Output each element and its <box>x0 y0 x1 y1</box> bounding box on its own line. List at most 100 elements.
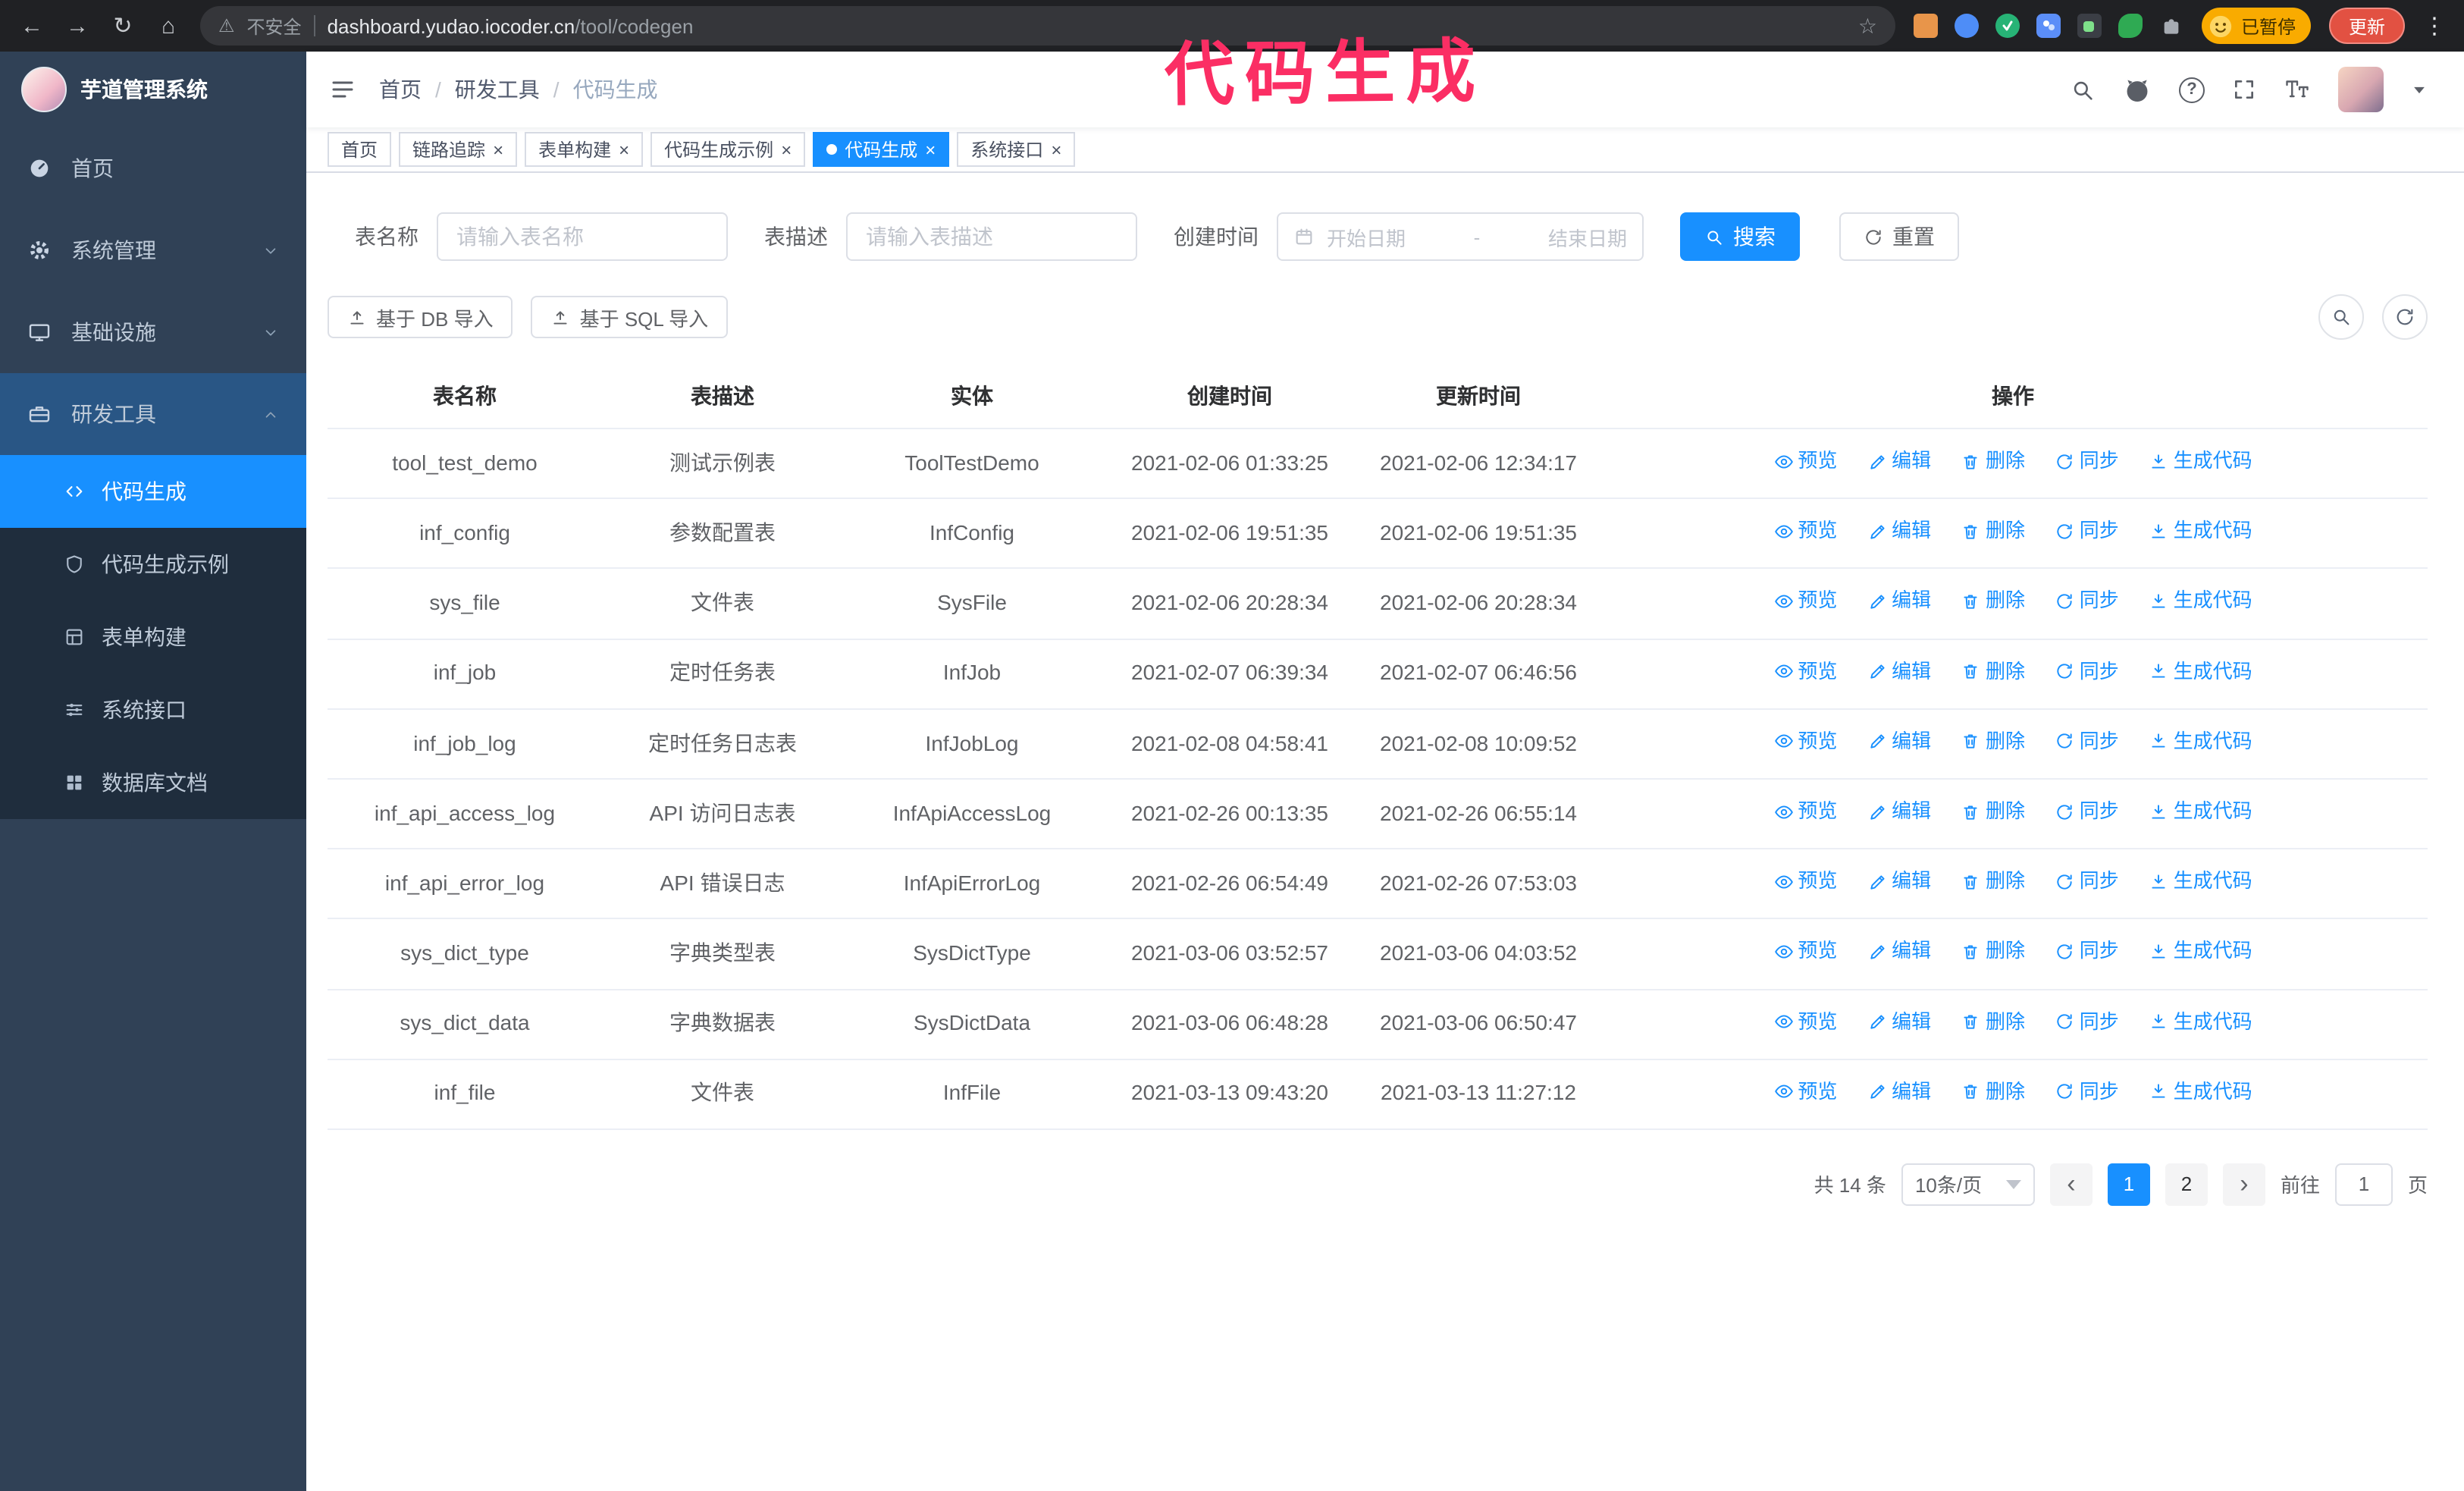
delete-link[interactable]: 删除 <box>1961 938 2025 965</box>
edit-link[interactable]: 编辑 <box>1867 588 1931 615</box>
generate-code-link[interactable]: 生成代码 <box>2149 1078 2252 1105</box>
refresh-table-button[interactable] <box>2382 294 2428 340</box>
close-icon[interactable]: × <box>619 140 629 159</box>
sidebar-toggle-icon[interactable] <box>306 52 379 127</box>
home-button[interactable]: ⌂ <box>155 13 182 39</box>
generate-code-link[interactable]: 生成代码 <box>2149 658 2252 685</box>
user-avatar[interactable] <box>2338 67 2384 112</box>
search-button[interactable]: 搜索 <box>1680 212 1800 261</box>
sidebar-item-codegen-example[interactable]: 代码生成示例 <box>0 528 306 601</box>
edit-link[interactable]: 编辑 <box>1867 1008 1931 1035</box>
preview-link[interactable]: 预览 <box>1773 798 1837 825</box>
fullscreen-icon[interactable] <box>2232 77 2256 102</box>
search-icon[interactable] <box>2070 77 2096 102</box>
bookmark-star-icon[interactable]: ☆ <box>1858 13 1877 39</box>
close-icon[interactable]: × <box>925 140 936 159</box>
table-name-input[interactable] <box>437 212 728 261</box>
generate-code-link[interactable]: 生成代码 <box>2149 798 2252 825</box>
extension-icon[interactable] <box>1913 14 1938 38</box>
sync-link[interactable]: 同步 <box>2055 868 2119 895</box>
preview-link[interactable]: 预览 <box>1773 868 1837 895</box>
sidebar-item-system-api[interactable]: 系统接口 <box>0 673 306 746</box>
font-size-icon[interactable] <box>2284 76 2311 103</box>
sidebar-item-infrastructure[interactable]: 基础设施 <box>0 291 306 373</box>
preview-link[interactable]: 预览 <box>1773 1078 1837 1105</box>
preview-link[interactable]: 预览 <box>1773 447 1837 475</box>
back-button[interactable]: ← <box>18 13 45 39</box>
tab-tracing[interactable]: 链路追踪 × <box>399 132 518 167</box>
browser-menu-icon[interactable]: ⋮ <box>2423 12 2446 39</box>
tab-system-api[interactable]: 系统接口 × <box>957 132 1076 167</box>
tab-form-builder[interactable]: 表单构建 × <box>525 132 644 167</box>
edit-link[interactable]: 编辑 <box>1867 1078 1931 1105</box>
tab-home[interactable]: 首页 <box>328 132 392 167</box>
close-icon[interactable]: × <box>493 140 503 159</box>
delete-link[interactable]: 删除 <box>1961 658 2025 685</box>
sidebar-item-system-management[interactable]: 系统管理 <box>0 209 306 291</box>
sync-link[interactable]: 同步 <box>2055 1078 2119 1105</box>
extension-icon[interactable] <box>2118 14 2143 38</box>
extension-icon[interactable] <box>1995 14 2020 38</box>
reset-button[interactable]: 重置 <box>1839 212 1959 261</box>
edit-link[interactable]: 编辑 <box>1867 658 1931 685</box>
delete-link[interactable]: 删除 <box>1961 798 2025 825</box>
delete-link[interactable]: 删除 <box>1961 728 2025 755</box>
generate-code-link[interactable]: 生成代码 <box>2149 1008 2252 1035</box>
generate-code-link[interactable]: 生成代码 <box>2149 588 2252 615</box>
sync-link[interactable]: 同步 <box>2055 517 2119 545</box>
forward-button[interactable]: → <box>64 13 91 39</box>
extension-icon[interactable] <box>2036 14 2061 38</box>
generate-code-link[interactable]: 生成代码 <box>2149 868 2252 895</box>
preview-link[interactable]: 预览 <box>1773 1008 1837 1035</box>
caret-down-icon[interactable] <box>2411 81 2428 98</box>
table-desc-input[interactable] <box>846 212 1137 261</box>
close-icon[interactable]: × <box>1051 140 1061 159</box>
import-db-button[interactable]: 基于 DB 导入 <box>328 296 513 338</box>
next-page-button[interactable]: › <box>2222 1163 2265 1206</box>
sidebar-item-database-docs[interactable]: 数据库文档 <box>0 746 306 819</box>
help-icon[interactable]: ? <box>2179 77 2205 102</box>
page-button-1[interactable]: 1 <box>2107 1163 2150 1206</box>
sync-link[interactable]: 同步 <box>2055 588 2119 615</box>
github-icon[interactable] <box>2123 75 2152 104</box>
sync-link[interactable]: 同步 <box>2055 728 2119 755</box>
sync-link[interactable]: 同步 <box>2055 658 2119 685</box>
edit-link[interactable]: 编辑 <box>1867 517 1931 545</box>
preview-link[interactable]: 预览 <box>1773 938 1837 965</box>
toggle-search-button[interactable] <box>2318 294 2364 340</box>
sync-link[interactable]: 同步 <box>2055 798 2119 825</box>
extensions-puzzle-icon[interactable] <box>2159 14 2183 38</box>
breadcrumb-item[interactable]: 首页 <box>379 74 422 105</box>
edit-link[interactable]: 编辑 <box>1867 868 1931 895</box>
profile-paused-badge[interactable]: 已暂停 <box>2201 8 2311 44</box>
delete-link[interactable]: 删除 <box>1961 1078 2025 1105</box>
generate-code-link[interactable]: 生成代码 <box>2149 447 2252 475</box>
import-sql-button[interactable]: 基于 SQL 导入 <box>531 296 729 338</box>
delete-link[interactable]: 删除 <box>1961 1008 2025 1035</box>
breadcrumb-item[interactable]: 研发工具 <box>455 74 540 105</box>
app-logo-area[interactable]: 芋道管理系统 <box>0 52 306 127</box>
generate-code-link[interactable]: 生成代码 <box>2149 938 2252 965</box>
generate-code-link[interactable]: 生成代码 <box>2149 517 2252 545</box>
prev-page-button[interactable]: ‹ <box>2049 1163 2093 1206</box>
extension-icon[interactable] <box>2077 14 2102 38</box>
generate-code-link[interactable]: 生成代码 <box>2149 728 2252 755</box>
edit-link[interactable]: 编辑 <box>1867 447 1931 475</box>
sidebar-item-code-generation[interactable]: 代码生成 <box>0 455 306 528</box>
sidebar-item-form-builder[interactable]: 表单构建 <box>0 601 306 673</box>
edit-link[interactable]: 编辑 <box>1867 938 1931 965</box>
delete-link[interactable]: 删除 <box>1961 447 2025 475</box>
reload-button[interactable]: ↻ <box>109 12 136 39</box>
delete-link[interactable]: 删除 <box>1961 588 2025 615</box>
sync-link[interactable]: 同步 <box>2055 1008 2119 1035</box>
page-button-2[interactable]: 2 <box>2165 1163 2208 1206</box>
goto-page-input[interactable] <box>2334 1163 2393 1206</box>
extension-icon[interactable] <box>1954 14 1979 38</box>
close-icon[interactable]: × <box>781 140 792 159</box>
delete-link[interactable]: 删除 <box>1961 868 2025 895</box>
tab-code-generation[interactable]: 代码生成 × <box>813 132 950 167</box>
delete-link[interactable]: 删除 <box>1961 517 2025 545</box>
preview-link[interactable]: 预览 <box>1773 588 1837 615</box>
sidebar-item-dev-tools[interactable]: 研发工具 <box>0 373 306 455</box>
date-range-picker[interactable]: 开始日期 - 结束日期 <box>1277 212 1644 261</box>
